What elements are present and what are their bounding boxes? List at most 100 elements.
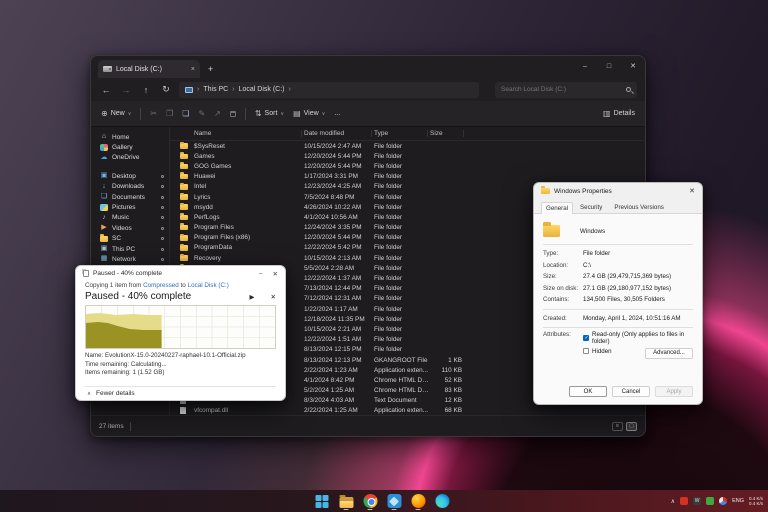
copy-dialog-titlebar[interactable]: Paused - 40% complete – ✕ [76, 266, 285, 281]
folder-icon [180, 152, 188, 160]
advanced-button[interactable]: Advanced... [645, 347, 693, 359]
paste-icon[interactable]: ❏ [182, 109, 189, 118]
resume-button[interactable]: ▶ [250, 293, 255, 301]
field-label: Location: [543, 261, 569, 269]
refresh-button[interactable]: ↻ [159, 84, 173, 95]
minimize-button[interactable]: – [259, 270, 263, 278]
rename-icon[interactable]: ✎ [198, 109, 205, 118]
sidebar-item-videos[interactable]: ▶ Videos [91, 223, 169, 233]
sidebar-item-this-pc[interactable]: ▣ This PC [91, 244, 169, 254]
copy-icon[interactable]: ❐ [166, 109, 173, 118]
sidebar-item-network[interactable]: ▦ Network [91, 254, 169, 264]
cancel-copy-button[interactable]: ✕ [271, 293, 276, 301]
share-icon[interactable]: ↗ [214, 109, 221, 118]
detail-label: Time remaining: [85, 360, 130, 368]
view-button[interactable]: ▤ View ∨ [293, 109, 325, 118]
explorer-titlebar[interactable]: Local Disk (C:) × + – □ ✕ [91, 56, 645, 78]
sort-button[interactable]: ⇅ Sort ∨ [255, 109, 284, 118]
sidebar-item-downloads[interactable]: ↓ Downloads [91, 182, 169, 192]
close-button[interactable]: ✕ [273, 270, 278, 278]
close-icon[interactable]: ✕ [689, 187, 695, 195]
sidebar-item-label: Documents [112, 193, 145, 201]
file-type: Application exten... [374, 366, 428, 374]
detail-value: 1 (1.52 GB) [132, 369, 165, 377]
language-indicator[interactable]: ENG [732, 498, 744, 504]
breadcrumb-item[interactable]: Local Disk (C:) [239, 86, 285, 93]
tray-app-icon-dark[interactable]: W [693, 497, 702, 505]
up-button[interactable]: ↑ [139, 85, 153, 95]
sidebar-item-desktop[interactable]: ▣ Desktop [91, 171, 169, 181]
sidebar-item-home[interactable]: ⌂ Home [91, 132, 169, 142]
folder-name-field[interactable]: Windows [580, 228, 605, 235]
fewer-details-button[interactable]: ∧ Fewer details [85, 386, 276, 400]
file-row[interactable]: $SysReset 10/15/2024 2:47 AM File folder [170, 141, 645, 151]
forward-button[interactable]: → [119, 85, 133, 95]
cancel-button[interactable]: Cancel [612, 386, 650, 397]
sidebar-item-label: Desktop [112, 172, 136, 180]
tray-browser-icon[interactable] [719, 497, 728, 505]
cut-icon[interactable]: ✂ [150, 109, 157, 118]
ok-button[interactable]: OK [569, 386, 607, 397]
properties-titlebar[interactable]: Windows Properties ✕ [534, 183, 702, 199]
back-button[interactable]: ← [99, 85, 113, 95]
taskbar-firefox[interactable] [410, 491, 427, 511]
sidebar-separator [91, 163, 169, 171]
divider [543, 327, 693, 328]
new-button[interactable]: ⊕ New ∨ [101, 109, 131, 118]
explorer-tab[interactable]: Local Disk (C:) × [98, 60, 200, 78]
sidebar-item-music[interactable]: ♪ Music [91, 213, 169, 223]
source-folder-link[interactable]: Compressed [143, 282, 179, 289]
sidebar-item-documents[interactable]: ❏ Documents [91, 192, 169, 202]
sidebar-item-onedrive[interactable]: ☁ OneDrive [91, 153, 169, 163]
breadcrumb[interactable]: › This PC › Local Disk (C:) › [179, 81, 479, 98]
details-view-toggle[interactable]: ≡ [612, 421, 623, 431]
details-pane-button[interactable]: ▥ Details [603, 109, 635, 118]
file-row[interactable]: vfcompat.dll 2/22/2024 1:25 AM Application… [170, 406, 645, 416]
delete-icon[interactable] [229, 110, 236, 117]
column-header-type[interactable]: Type [374, 130, 430, 137]
icons-view-toggle[interactable]: ▢ [626, 421, 637, 431]
sidebar-item-sc[interactable]: SC [91, 234, 169, 244]
divider [244, 107, 246, 120]
chevron-up-icon: ∧ [87, 390, 92, 397]
start-button[interactable] [314, 491, 331, 511]
taskbar-chrome[interactable] [362, 491, 379, 511]
file-type: File folder [374, 315, 403, 323]
tab-previous-versions[interactable]: Previous Versions [609, 201, 669, 213]
taskbar-edge[interactable] [434, 491, 451, 511]
tray-expand-chevron-icon[interactable]: ∧ [671, 498, 675, 505]
read-only-checkbox[interactable] [583, 335, 589, 341]
copy-detail-line: Items remaining: 1 (1.52 GB) [85, 369, 276, 378]
taskbar-file-explorer[interactable] [338, 491, 355, 511]
tray-app-icon-green[interactable] [706, 497, 715, 505]
pin-icon [161, 206, 164, 210]
sidebar-item-gallery[interactable]: Gallery [91, 142, 169, 152]
file-row[interactable]: Games 12/20/2024 5:44 PM File folder [170, 151, 645, 161]
tab-close-icon[interactable]: × [191, 66, 195, 73]
hidden-checkbox[interactable] [583, 348, 589, 354]
file-row[interactable]: GOG Games 12/20/2024 5:44 PM File folder [170, 161, 645, 171]
minimize-button[interactable]: – [573, 56, 597, 76]
field-value: C:\ [583, 261, 591, 269]
file-type: File folder [374, 142, 403, 150]
column-header-date-modified[interactable]: Date modified [304, 130, 374, 137]
column-header-size[interactable]: Size [430, 130, 466, 137]
tab-security[interactable]: Security [575, 201, 607, 213]
column-header-name[interactable]: Name [194, 130, 304, 137]
tray-app-icon-red[interactable] [680, 497, 689, 505]
maximize-button[interactable]: □ [597, 56, 621, 76]
taskbar-photos[interactable] [386, 491, 403, 511]
sort-icon: ⇅ [254, 109, 262, 118]
tab-general[interactable]: General [541, 202, 574, 214]
apply-button[interactable]: Apply [655, 386, 693, 397]
file-row[interactable]: Huawei 1/17/2024 3:31 PM File folder [170, 172, 645, 182]
file-date: 2/22/2024 1:23 AM [304, 366, 358, 374]
more-options-button[interactable]: ... [334, 110, 340, 117]
close-button[interactable]: ✕ [621, 56, 645, 76]
sidebar-item-pictures[interactable]: Pictures [91, 202, 169, 212]
breadcrumb-item[interactable]: This PC [203, 86, 228, 93]
new-tab-button[interactable]: + [208, 64, 213, 74]
destination-folder-link[interactable]: Local Disk (C:) [188, 282, 229, 289]
search-box[interactable] [495, 81, 637, 98]
search-input[interactable] [501, 86, 626, 93]
